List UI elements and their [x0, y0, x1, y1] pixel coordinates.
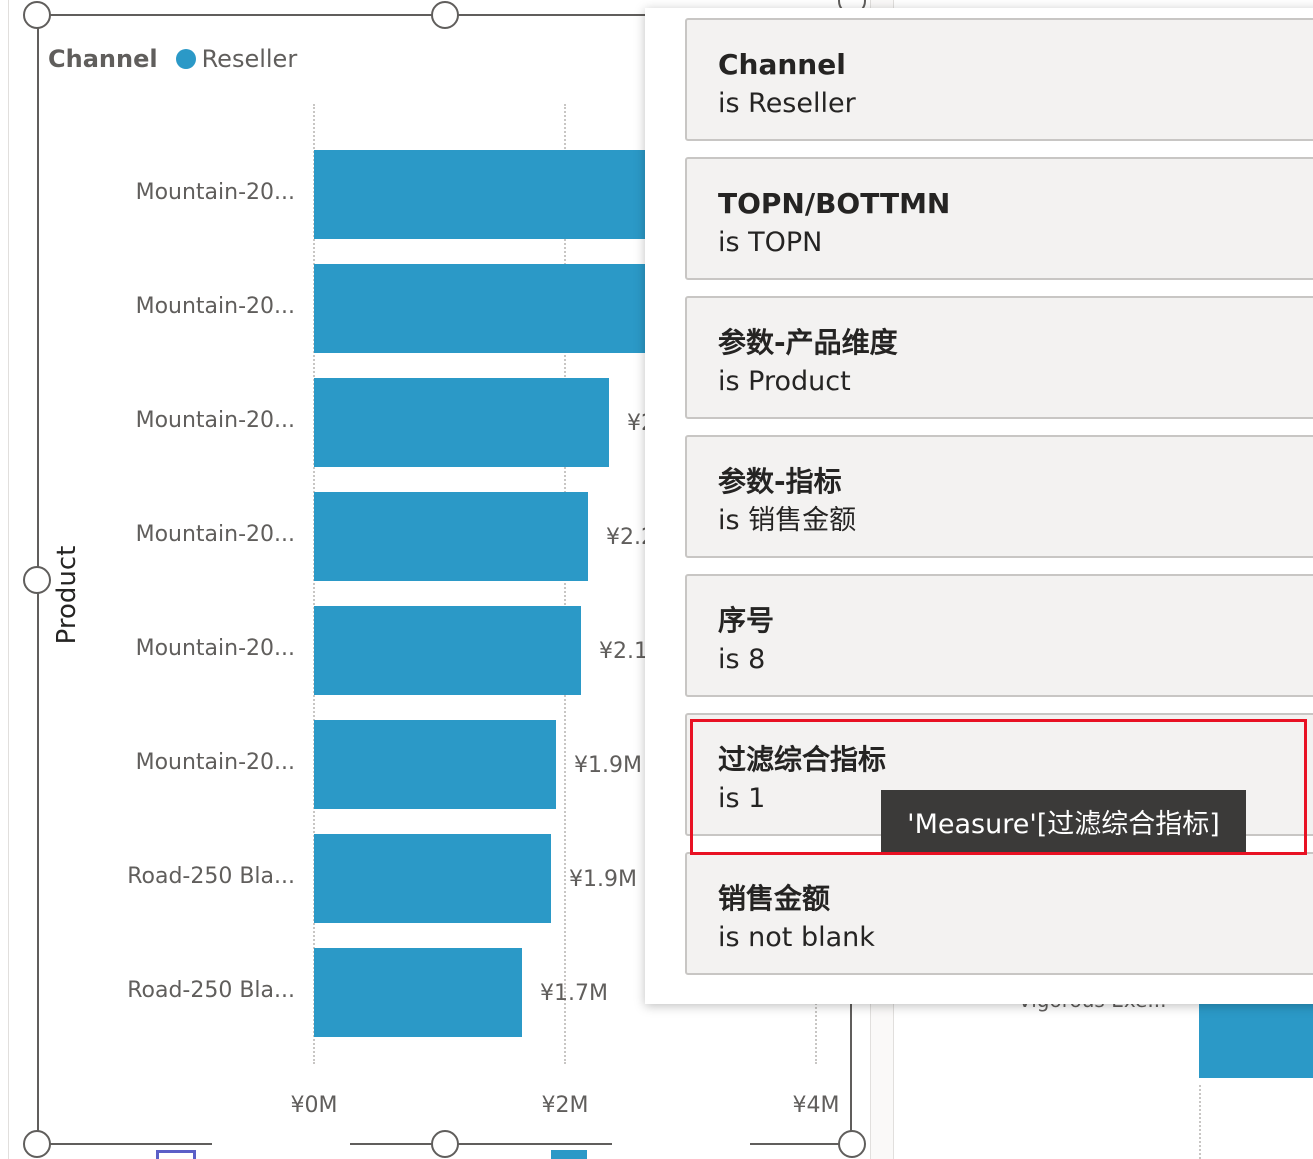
filter-card[interactable]: 参数-产品维度 is Product: [685, 296, 1313, 419]
bar[interactable]: [314, 378, 609, 467]
resize-handle-top-left[interactable]: [23, 1, 51, 29]
legend-swatch: [175, 49, 196, 69]
filter-value: is TOPN: [718, 227, 823, 258]
filter-name: 销售金额: [718, 882, 831, 915]
x-gridline: [564, 104, 566, 1064]
category-label: Mountain-20...: [135, 408, 295, 433]
legend-item-reseller[interactable]: Reseller: [202, 45, 298, 73]
adjacent-visual-gridline: [1199, 1085, 1201, 1159]
category-label: Mountain-20...: [135, 294, 295, 319]
filter-name: TOPN/BOTTMN: [718, 187, 951, 220]
filter-name: 参数-指标: [718, 465, 842, 498]
filter-name: 参数-产品维度: [718, 326, 898, 359]
data-label: ¥1.9M: [574, 753, 642, 778]
filter-card[interactable]: 销售金额 is not blank: [685, 852, 1313, 975]
filter-tooltip: 'Measure'[过滤综合指标]: [881, 790, 1246, 852]
x-tick-label: ¥0M: [290, 1093, 338, 1118]
category-label: Road-250 Bla...: [127, 864, 295, 889]
filter-value: is 销售金额: [718, 505, 857, 536]
filter-name: 序号: [718, 604, 775, 637]
bar[interactable]: [314, 948, 522, 1037]
filter-value: is Product: [718, 366, 851, 397]
bar[interactable]: [314, 264, 678, 353]
data-label: ¥2.1: [599, 639, 648, 664]
filter-card[interactable]: 序号 is 8: [685, 574, 1313, 697]
bar[interactable]: [314, 720, 556, 809]
bar[interactable]: [314, 606, 581, 695]
bar[interactable]: [314, 492, 588, 581]
resize-handle-top-center[interactable]: [431, 1, 459, 29]
resize-handle-bottom-right[interactable]: [838, 1130, 866, 1158]
filter-card[interactable]: TOPN/BOTTMN is TOPN: [685, 157, 1313, 280]
x-tick-label: ¥2M: [541, 1093, 589, 1118]
category-label: Mountain-20...: [135, 750, 295, 775]
filter-card[interactable]: 参数-指标 is 销售金额: [685, 435, 1313, 558]
y-axis-title-text: Product: [52, 545, 82, 645]
canvas-object-stub: [156, 1150, 196, 1159]
canvas-object-stub: [551, 1150, 587, 1159]
bar[interactable]: [314, 150, 678, 239]
filter-name: Channel: [718, 48, 846, 81]
filter-card[interactable]: Channel is Reseller: [685, 18, 1313, 141]
category-label: Road-250 Bla...: [127, 978, 295, 1003]
visual-frame-bottom-edge: [37, 1143, 212, 1145]
data-label: ¥1.7M: [540, 981, 608, 1006]
adjacent-visual-bar: [1199, 1000, 1313, 1078]
category-label: Mountain-20...: [135, 180, 295, 205]
filter-value: is Reseller: [718, 88, 856, 119]
filter-value: is 8: [718, 644, 766, 675]
visual-frame-bottom-edge: [350, 1143, 612, 1145]
chart-legend: Channel Reseller: [48, 42, 297, 76]
x-tick-label: ¥4M: [792, 1093, 840, 1118]
canvas-left-edge: [8, 0, 9, 1159]
resize-handle-bottom-center[interactable]: [431, 1130, 459, 1158]
category-label: Mountain-20...: [135, 636, 295, 661]
visual-frame-bottom-edge: [750, 1143, 852, 1145]
y-axis-title: Product: [47, 530, 87, 660]
legend-title: Channel: [48, 45, 158, 73]
resize-handle-bottom-left[interactable]: [23, 1130, 51, 1158]
category-label: Mountain-20...: [135, 522, 295, 547]
data-label: ¥1.9M: [569, 867, 637, 892]
bar[interactable]: [314, 834, 551, 923]
filter-value: is not blank: [718, 922, 875, 953]
